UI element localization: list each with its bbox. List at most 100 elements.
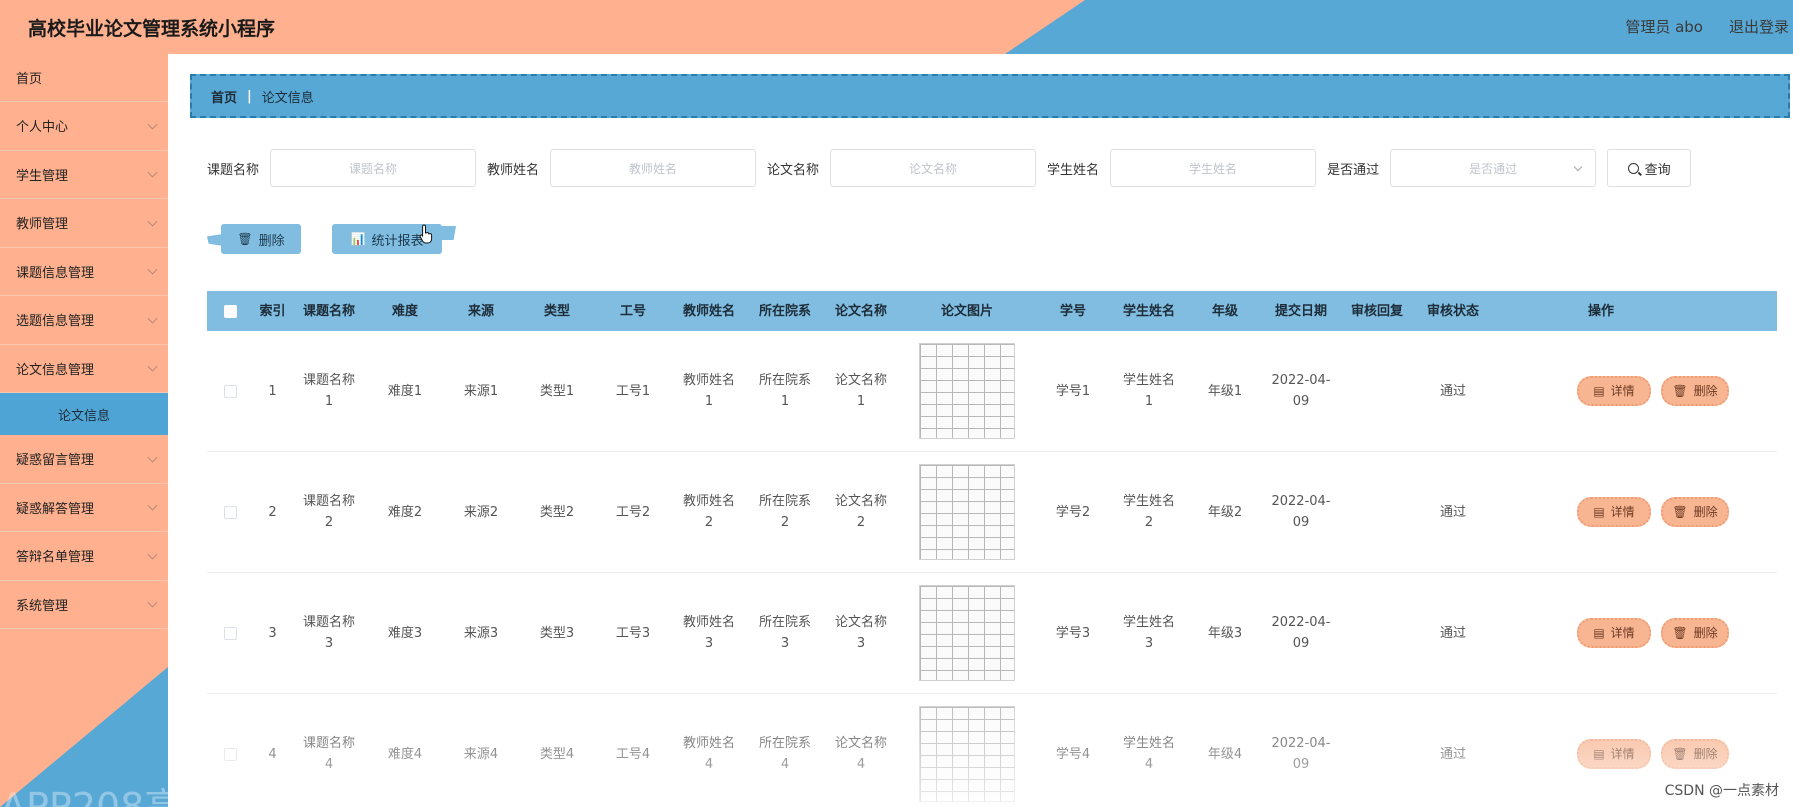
query-label: 查询	[1644, 162, 1671, 178]
row-checkbox[interactable]	[224, 505, 237, 519]
sidebar-item-11[interactable]: 系统管理	[0, 581, 168, 629]
paper-image-thumbnail[interactable]	[919, 464, 1015, 560]
detail-label: 详情	[1610, 383, 1635, 398]
paper-image-thumbnail[interactable]	[919, 343, 1015, 439]
cell-status: 通过	[1439, 383, 1466, 399]
batch-delete-button[interactable]: 🗑 删除	[207, 224, 301, 254]
search-label-2: 论文名称	[767, 162, 820, 178]
breadcrumb: 首页 | 论文信息	[190, 74, 1790, 118]
row-delete-button[interactable]: 🗑 删除	[1661, 376, 1729, 406]
chevron-down-icon	[1573, 162, 1583, 172]
cell-dept: 所在院系4	[758, 736, 811, 772]
trash-icon: 🗑	[1672, 746, 1688, 761]
chevron-down-icon	[147, 313, 158, 324]
sidebar-item-2[interactable]: 学生管理	[0, 151, 168, 199]
column-header: 索引	[259, 303, 286, 319]
cell-type: 类型4	[539, 746, 575, 762]
select-all-checkbox[interactable]	[224, 304, 237, 318]
cell-date: 2022-04-09	[1271, 373, 1331, 409]
top-header: 高校毕业论文管理系统小程序 管理员 abo 退出登录	[0, 0, 1793, 54]
detail-button[interactable]: ▤ 详情	[1577, 618, 1651, 648]
cell-type: 类型2	[539, 504, 575, 520]
cell-student: 学生姓名4	[1122, 736, 1175, 772]
paper-image-thumbnail[interactable]	[919, 585, 1015, 681]
cell-date: 2022-04-09	[1271, 736, 1331, 772]
cell-topic: 课题名称4	[302, 736, 355, 772]
cell-dept: 所在院系1	[758, 373, 811, 409]
row-checkbox[interactable]	[224, 747, 237, 761]
chevron-down-icon	[147, 264, 158, 275]
column-header: 课题名称	[302, 303, 355, 319]
cell-grade: 年级3	[1207, 625, 1243, 641]
sidebar-item-8[interactable]: 疑惑留言管理	[0, 435, 168, 484]
row-checkbox[interactable]	[224, 626, 237, 640]
sidebar-item-4[interactable]: 课题信息管理	[0, 248, 168, 296]
row-checkbox[interactable]	[224, 384, 237, 398]
cell-jobno: 工号4	[615, 746, 651, 762]
cell-studentno: 学号2	[1055, 504, 1091, 520]
sidebar-item-10[interactable]: 答辩名单管理	[0, 532, 168, 581]
table-row: 4 课题名称4 难度4 来源4 类型4 工号4 教师姓名4 所在院系4 论文名称4 学号4 学生姓名…	[207, 694, 1777, 807]
chevron-down-icon	[147, 549, 158, 560]
row-delete-button[interactable]: 🗑 删除	[1661, 739, 1729, 769]
sidebar-item-1[interactable]: 个人中心	[0, 102, 168, 151]
paper-image-cell	[899, 585, 1035, 681]
document-icon: ▤	[1593, 504, 1605, 519]
cell-jobno: 工号3	[615, 625, 651, 641]
paper-image-thumbnail[interactable]	[919, 706, 1015, 802]
breadcrumb-home[interactable]: 首页	[211, 87, 237, 106]
cell-difficulty: 难度4	[387, 746, 423, 762]
trash-icon: 🗑	[237, 232, 253, 246]
row-delete-button[interactable]: 🗑 删除	[1661, 618, 1729, 648]
cell-studentno: 学号3	[1055, 625, 1091, 641]
row-actions: ▤ 详情 🗑 删除	[1491, 497, 1729, 527]
cell-grade: 年级4	[1207, 746, 1243, 762]
pass-status-select[interactable]: 是否通过	[1390, 149, 1597, 187]
cell-grade: 年级1	[1207, 383, 1243, 399]
search-label-0: 课题名称	[207, 162, 260, 178]
hand-cursor-icon	[419, 224, 433, 244]
detail-button[interactable]: ▤ 详情	[1577, 497, 1651, 527]
search-label-4: 是否通过	[1327, 162, 1380, 178]
search-input-0[interactable]: 课题名称	[270, 149, 477, 187]
row-delete-button[interactable]: 🗑 删除	[1661, 497, 1729, 527]
sidebar-item-5[interactable]: 选题信息管理	[0, 296, 168, 345]
search-input-2[interactable]: 论文名称	[830, 149, 1037, 187]
column-header: 难度	[391, 303, 418, 319]
search-input-1[interactable]: 教师姓名	[550, 149, 757, 187]
cell-idx: 3	[268, 625, 277, 641]
column-header: 提交日期	[1274, 303, 1327, 319]
sidebar-item-label: 系统管理	[16, 598, 69, 614]
column-header: 审核回复	[1350, 303, 1403, 319]
row-delete-label: 删除	[1693, 625, 1718, 640]
sidebar-item-label: 答辩名单管理	[16, 550, 95, 566]
cell-idx: 4	[268, 746, 277, 762]
table-row: 1 课题名称1 难度1 来源1 类型1 工号1 教师姓名1 所在院系1 论文名称1 学号1 学生姓名…	[207, 331, 1777, 452]
cell-paper: 论文名称4	[834, 736, 887, 772]
cell-source: 来源2	[463, 504, 499, 520]
column-header: 论文名称	[834, 303, 887, 319]
document-icon: ▤	[1593, 625, 1605, 640]
logout-link[interactable]: 退出登录	[1729, 16, 1789, 37]
sidebar-item-7[interactable]: 论文信息	[0, 393, 168, 435]
search-icon	[1627, 162, 1639, 174]
cell-status: 通过	[1439, 746, 1466, 762]
cell-difficulty: 难度3	[387, 625, 423, 641]
sidebar-item-0[interactable]: 首页	[0, 54, 168, 102]
sidebar-item-9[interactable]: 疑惑解答管理	[0, 484, 168, 532]
document-icon: ▤	[1593, 383, 1605, 398]
sidebar-item-6[interactable]: 论文信息管理	[0, 345, 168, 393]
credit-text: CSDN @一点素材	[1664, 783, 1779, 799]
cell-teacher: 教师姓名1	[682, 373, 735, 409]
chevron-down-icon	[147, 216, 158, 227]
cell-difficulty: 难度1	[387, 383, 423, 399]
cell-source: 来源3	[463, 625, 499, 641]
search-input-3[interactable]: 学生姓名	[1110, 149, 1317, 187]
detail-button[interactable]: ▤ 详情	[1577, 739, 1651, 769]
cell-source: 来源4	[463, 746, 499, 762]
query-button[interactable]: 查询	[1607, 149, 1692, 187]
cell-type: 类型1	[539, 383, 575, 399]
sidebar-item-3[interactable]: 教师管理	[0, 199, 168, 248]
cell-teacher: 教师姓名3	[682, 615, 735, 651]
detail-button[interactable]: ▤ 详情	[1577, 376, 1651, 406]
